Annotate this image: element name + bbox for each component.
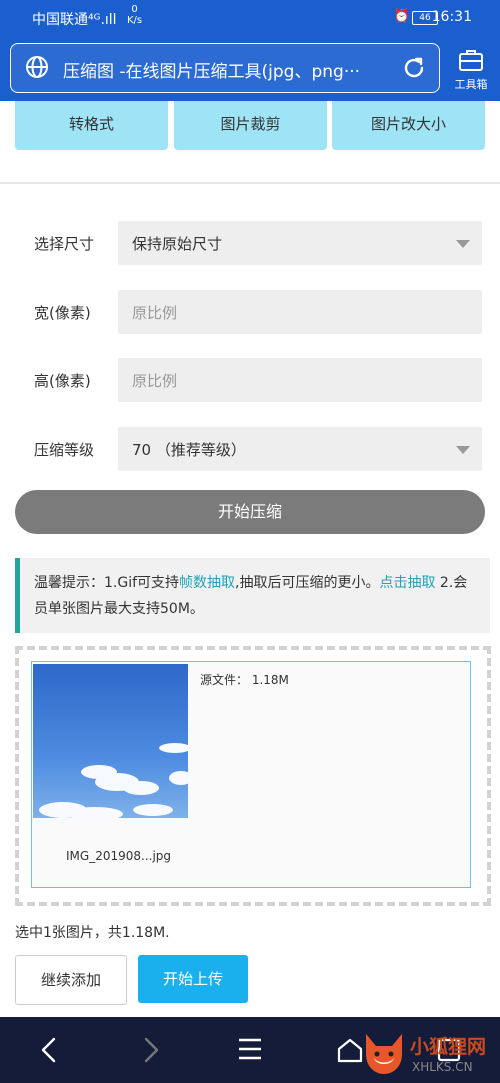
globe-icon — [26, 56, 48, 78]
compression-level-label: 压缩等级 — [34, 441, 95, 459]
net-speed-unit: K/s — [127, 15, 143, 26]
add-more-button[interactable]: 继续添加 — [15, 955, 127, 1005]
watermark-text: 小狐狸网 — [410, 1036, 487, 1058]
start-compress-button[interactable]: 开始压缩 — [15, 490, 485, 534]
net-speed: 0 K/s — [127, 4, 142, 26]
crop-image-button[interactable]: 图片裁剪 — [174, 101, 327, 150]
toolbox-button[interactable]: 工具箱 — [446, 46, 496, 92]
watermark-subtext: XHLKS.CN — [412, 1060, 473, 1074]
start-upload-button[interactable]: 开始上传 — [138, 955, 248, 1003]
forward-icon[interactable] — [140, 1037, 162, 1063]
reload-icon[interactable] — [401, 55, 427, 81]
tip-text: 温馨提示：1.Gif可支持帧数抽取,抽取后可压缩的更小。点击抽取 2.会员单张图… — [34, 570, 474, 622]
back-icon[interactable] — [38, 1037, 60, 1063]
toolbox-label: 工具箱 — [454, 78, 488, 91]
net-speed-value: 0 — [131, 4, 138, 15]
resize-image-button[interactable]: 图片改大小 — [332, 101, 485, 150]
clock: 16:31 — [431, 9, 472, 25]
tip-middle: ,抽取后可压缩的更小。 — [235, 575, 380, 591]
width-placeholder: 原比例 — [132, 304, 178, 322]
size-select[interactable]: 保持原始尺寸 — [118, 221, 482, 265]
height-input[interactable]: 原比例 — [118, 358, 482, 402]
menu-icon[interactable] — [237, 1037, 263, 1061]
source-file-size: 源文件： 1.18M — [200, 673, 289, 687]
home-icon[interactable] — [336, 1037, 364, 1063]
tip-box: 温馨提示：1.Gif可支持帧数抽取,抽取后可压缩的更小。点击抽取 2.会员单张图… — [15, 558, 490, 633]
browser-header: 中国联通⁴ᴳ.ıll 0 K/s ⏰ 46 16:31 压缩图 -在线图片压缩工… — [0, 0, 500, 101]
size-select-value: 保持原始尺寸 — [132, 235, 223, 253]
chevron-down-icon — [456, 240, 470, 248]
width-input[interactable]: 原比例 — [118, 290, 482, 334]
file-name: IMG_201908...jpg — [66, 849, 172, 863]
fox-logo-icon — [366, 1034, 402, 1074]
section-divider — [0, 182, 500, 184]
convert-format-button[interactable]: 转格式 — [15, 101, 168, 150]
size-label: 选择尺寸 — [34, 235, 95, 253]
height-label: 高(像素) — [34, 372, 91, 390]
compression-level-value: 70 （推荐等级） — [132, 441, 246, 459]
chevron-down-icon — [456, 446, 470, 454]
status-bar: 中国联通⁴ᴳ.ıll 0 K/s ⏰ 46 16:31 — [0, 0, 500, 36]
address-bar[interactable]: 压缩图 -在线图片压缩工具(jpg、png··· — [10, 43, 440, 93]
compression-level-select[interactable]: 70 （推荐等级） — [118, 427, 482, 471]
tip-prefix: 温馨提示：1.Gif可支持 — [34, 575, 180, 591]
image-thumbnail — [33, 664, 188, 818]
frame-extract-link[interactable]: 帧数抽取 — [179, 575, 235, 591]
selection-summary: 选中1张图片，共1.18M. — [15, 925, 170, 941]
page-title: 压缩图 -在线图片压缩工具(jpg、png··· — [63, 62, 361, 82]
carrier-text: 中国联通⁴ᴳ.ıll — [32, 12, 117, 28]
click-extract-link[interactable]: 点击抽取 — [379, 575, 435, 591]
width-label: 宽(像素) — [34, 304, 91, 322]
height-placeholder: 原比例 — [132, 372, 178, 390]
alarm-icon: ⏰ — [393, 9, 410, 24]
toolbox-icon — [459, 50, 483, 71]
